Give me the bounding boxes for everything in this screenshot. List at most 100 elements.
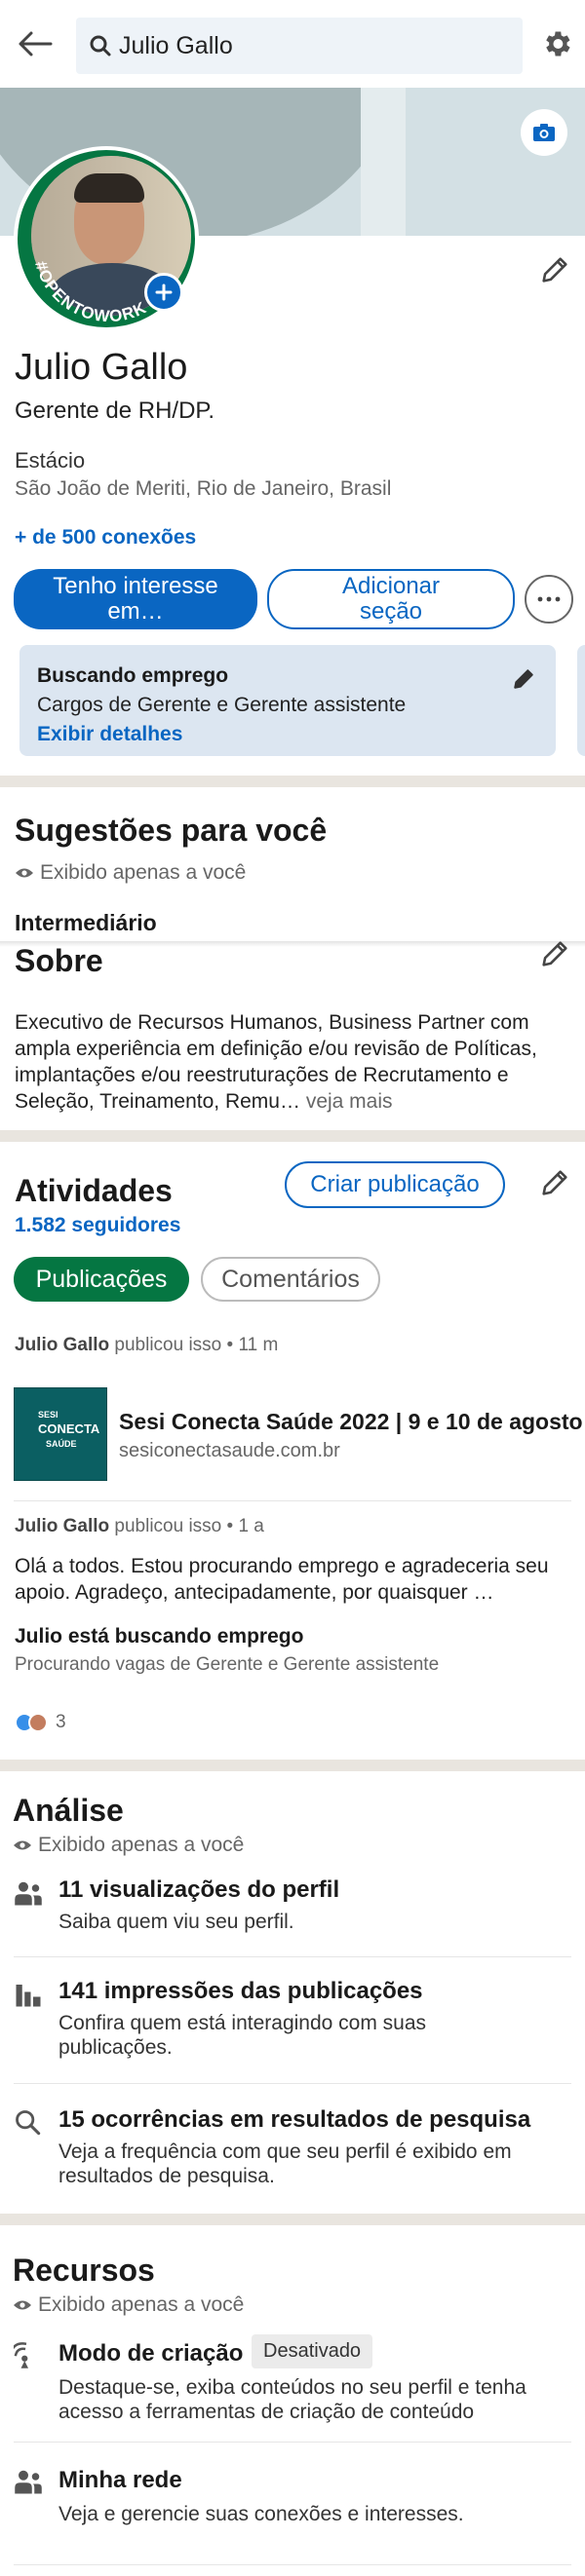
- analytics-item-search-appearances[interactable]: 15 ocorrências em resultados de pesquisa…: [0, 2101, 585, 2208]
- back-arrow-icon[interactable]: [18, 29, 53, 58]
- creator-mode-title: Modo de criação: [58, 2340, 244, 2367]
- search-value: Julio Gallo: [119, 32, 233, 59]
- search-icon: [90, 35, 111, 57]
- section-divider: [0, 2214, 585, 2225]
- create-post-label: Criar publicação: [310, 1171, 480, 1197]
- analytics-item-profile-views[interactable]: 11 visualizações do perfil Saiba quem vi…: [0, 1871, 585, 1966]
- see-more-link[interactable]: veja mais: [306, 1090, 393, 1113]
- reaction-count: 3: [56, 1712, 66, 1732]
- open-to-label: Tenho interesse em…: [53, 573, 218, 625]
- post1-thumb-l3: SAÚDE: [46, 1439, 77, 1449]
- section-divider: [0, 1760, 585, 1771]
- tab-comments[interactable]: Comentários: [201, 1257, 380, 1302]
- analytics-title: Análise: [13, 1793, 124, 1828]
- post2-reactions[interactable]: 3: [15, 1711, 66, 1734]
- edit-activity-pencil-icon[interactable]: [538, 1166, 571, 1199]
- tab-posts-label: Publicações: [35, 1265, 168, 1293]
- section-divider: [0, 1130, 585, 1142]
- add-section-button[interactable]: Adicionar seção: [267, 569, 515, 629]
- resources-title: Recursos: [13, 2253, 155, 2288]
- post1-thumbnail: SESI CONECTA SAÚDE: [14, 1387, 107, 1481]
- resources-visibility: Exibido apenas a você: [13, 2293, 244, 2317]
- post2-author: Julio Gallo: [15, 1516, 110, 1536]
- celebrate-reaction-icon: [28, 1713, 48, 1732]
- next-card-peek: [577, 645, 585, 756]
- job-search-card[interactable]: Buscando emprego Cargos de Gerente e Ger…: [20, 645, 556, 756]
- creator-mode-desc: Destaque-se, exiba conteúdos no seu perf…: [58, 2376, 526, 2423]
- broadcast-icon: [14, 2342, 28, 2368]
- resources-divider: [14, 2442, 571, 2443]
- analytics-item-impressions[interactable]: 141 impressões das publicações Confira q…: [0, 1972, 585, 2089]
- tab-comments-label: Comentários: [221, 1265, 360, 1293]
- suggestions-title: Sugestões para você: [15, 813, 328, 848]
- edit-intro-pencil-icon[interactable]: [538, 253, 571, 286]
- search-appearances-desc: Veja a frequência com que seu perfil é e…: [58, 2140, 512, 2187]
- post1-link-title: Sesi Conecta Saúde 2022 | 9 e 10 de agos…: [119, 1409, 585, 1434]
- bar-chart-icon: [16, 1985, 41, 2007]
- profile-education[interactable]: Estácio: [15, 448, 85, 474]
- open-to-work-text: #OPENTOWORK: [31, 259, 149, 326]
- creator-mode-item[interactable]: Modo de criação Desativado Destaque-se, …: [0, 2332, 585, 2440]
- creator-mode-status-badge: Desativado: [252, 2334, 373, 2368]
- profile-views-title: 11 visualizações do perfil: [58, 1876, 340, 1903]
- search-input[interactable]: Julio Gallo: [76, 18, 523, 74]
- connections-link[interactable]: + de 500 conexões: [15, 526, 196, 549]
- edit-cover-button[interactable]: [521, 109, 567, 156]
- impressions-title: 141 impressões das publicações: [58, 1978, 423, 2004]
- post2-card-title[interactable]: Julio está buscando emprego: [15, 1625, 303, 1648]
- avatar[interactable]: #OPENTOWORK: [14, 146, 199, 331]
- analytics-divider: [14, 2083, 571, 2084]
- ellipsis-icon: [537, 596, 561, 602]
- eye-icon: [14, 2300, 31, 2310]
- analytics-visibility: Exibido apenas a você: [13, 1834, 244, 1857]
- analytics-divider: [14, 1956, 571, 1957]
- eye-icon: [16, 868, 33, 878]
- resources-divider: [14, 2564, 571, 2565]
- resources-visibility-text: Exibido apenas a você: [38, 2293, 245, 2316]
- my-network-item[interactable]: Minha rede Veja e gerencie suas conexões…: [0, 2459, 585, 2537]
- gear-icon[interactable]: [540, 27, 573, 60]
- post2-action: publicou isso: [114, 1516, 222, 1536]
- analytics-visibility-text: Exibido apenas a você: [38, 1834, 245, 1856]
- add-section-label: Adicionar seção: [341, 573, 441, 625]
- post1-link-domain: sesiconectasaude.com.br: [119, 1440, 340, 1461]
- job-search-title: Buscando emprego: [37, 664, 229, 687]
- edit-job-search-pencil-icon[interactable]: [511, 666, 536, 692]
- post1-action: publicou isso: [114, 1335, 222, 1355]
- search-icon: [16, 2110, 41, 2136]
- followers-count[interactable]: 1.582 seguidores: [15, 1214, 180, 1237]
- job-search-details-link[interactable]: Exibir detalhes: [37, 723, 182, 746]
- post1-time: • 11 m: [226, 1335, 279, 1355]
- post-divider: [14, 1500, 571, 1501]
- svg-text:#OPENTOWORK: #OPENTOWORK: [31, 259, 150, 326]
- plus-icon: [155, 284, 173, 301]
- post2-text[interactable]: Olá a todos. Estou procurando emprego e …: [15, 1553, 570, 1606]
- edit-about-pencil-icon[interactable]: [538, 937, 571, 970]
- create-post-button[interactable]: Criar publicação: [285, 1161, 505, 1208]
- profile-location: São João de Meriti, Rio de Janeiro, Bras…: [15, 477, 392, 500]
- eye-icon: [14, 1840, 31, 1850]
- open-to-button[interactable]: Tenho interesse em…: [14, 569, 257, 629]
- more-button[interactable]: [525, 575, 573, 624]
- profile-headline: Gerente de RH/DP.: [15, 398, 214, 424]
- job-search-subtitle: Cargos de Gerente e Gerente assistente: [37, 694, 407, 716]
- my-network-title: Minha rede: [58, 2467, 182, 2493]
- suggestions-visibility: Exibido apenas a você: [15, 861, 246, 885]
- post1-link-card[interactable]: SESI CONECTA SAÚDE Sesi Conecta Saúde 20…: [14, 1387, 585, 1481]
- my-network-desc: Veja e gerencie suas conexões e interess…: [58, 2503, 464, 2525]
- tab-posts[interactable]: Publicações: [14, 1257, 189, 1302]
- post2-meta: Julio Gallo publicou isso • 1 a: [15, 1516, 264, 1537]
- post1-thumb-l1: SESI: [38, 1410, 58, 1420]
- section-divider: [0, 776, 585, 787]
- profile-name: Julio Gallo: [15, 347, 188, 388]
- add-photo-button[interactable]: [144, 273, 183, 312]
- post2-time: • 1 a: [226, 1516, 264, 1536]
- post1-meta: Julio Gallo publicou isso • 11 m: [15, 1335, 278, 1356]
- search-appearances-title: 15 ocorrências em resultados de pesquisa: [58, 2106, 531, 2133]
- top-bar: Julio Gallo: [0, 0, 585, 88]
- post2-card-subtitle: Procurando vagas de Gerente e Gerente as…: [15, 1654, 440, 1675]
- suggestions-visibility-text: Exibido apenas a você: [40, 861, 247, 884]
- about-title: Sobre: [15, 943, 103, 978]
- profile-views-desc: Saiba quem viu seu perfil.: [58, 1911, 294, 1933]
- people-icon: [15, 2470, 42, 2494]
